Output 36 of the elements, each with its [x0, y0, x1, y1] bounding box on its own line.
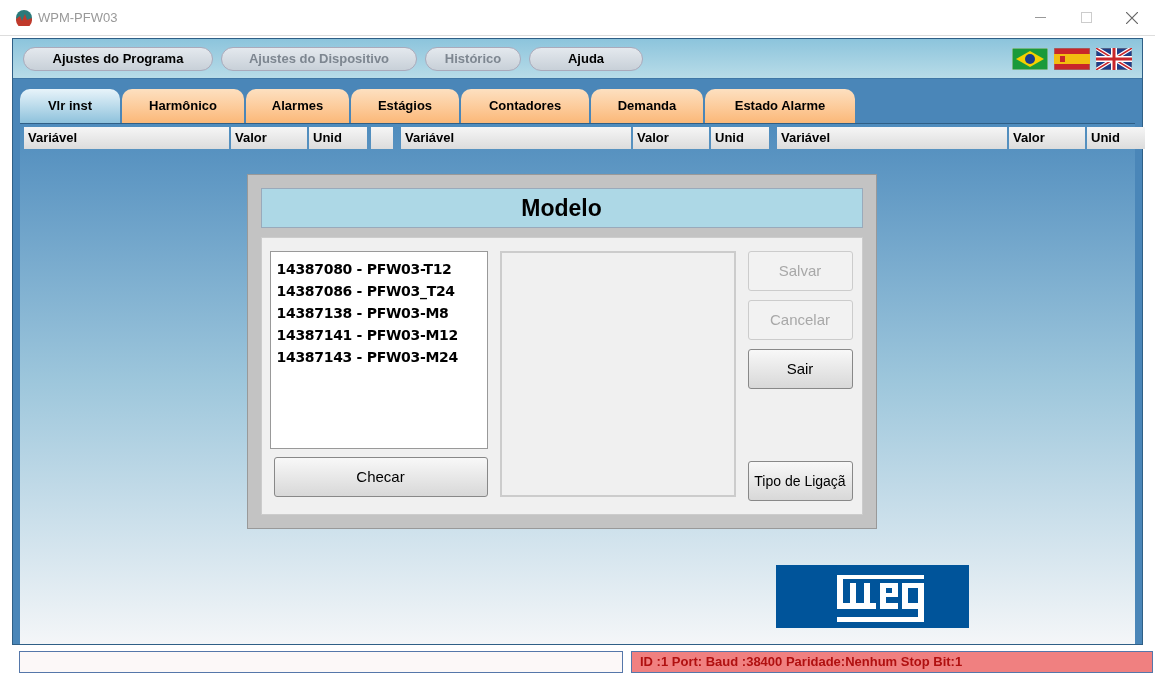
tab[interactable]: Demanda [591, 89, 703, 123]
column-header: Variável [401, 127, 631, 149]
list-item[interactable]: 14387143 - PFW03-M24 [276, 346, 481, 368]
tab[interactable]: Estado Alarme [705, 89, 855, 123]
dialog-button[interactable]: Sair [747, 349, 853, 389]
tab[interactable]: Estágios [351, 89, 459, 123]
connection-status: ID :1 Port: Baud :38400 Paridade:Nenhum Stop Bit:1 [631, 651, 1153, 673]
column-header: Valor [231, 127, 307, 149]
list-item[interactable]: 14387141 - PFW03-M12 [276, 324, 481, 346]
menu-button[interactable]: Ajuda [529, 46, 643, 71]
list-item[interactable]: 14387080 - PFW03-T12 [276, 258, 481, 280]
column-header: Unid [309, 127, 367, 149]
list-item[interactable]: 14387086 - PFW03_T24 [276, 280, 481, 302]
brazil-flag-icon[interactable] [1012, 47, 1048, 70]
tab[interactable]: Vlr inst [20, 89, 120, 123]
app-icon [16, 9, 32, 26]
column-header: Variável [24, 127, 229, 149]
list-item[interactable]: 14387138 - PFW03-M8 [276, 302, 481, 324]
window-title: WPM-PFW03 [38, 8, 118, 27]
column-header [371, 127, 393, 149]
column-header: Variável [777, 127, 1007, 149]
dialog-title: Modelo [260, 188, 863, 228]
tab[interactable]: Alarmes [246, 89, 349, 123]
check-button[interactable]: Checar [273, 457, 488, 497]
column-header: Valor [1009, 127, 1085, 149]
connection-type-button[interactable]: Tipo de Ligaçã [747, 461, 853, 501]
column-header: Unid [711, 127, 769, 149]
column-header: Valor [633, 127, 709, 149]
menu-button[interactable]: Ajustes do Programa [23, 46, 213, 71]
tab[interactable]: Contadores [461, 89, 589, 123]
model-list[interactable]: 14387080 - PFW03-T12 14387086 - PFW03_T24 14387138 - PFW03-M8 14387141 - PFW03-M12 14387143 - PFW03-M24 [269, 251, 488, 449]
spain-flag-icon[interactable] [1054, 47, 1090, 70]
close-icon[interactable] [1126, 11, 1138, 24]
tab[interactable]: Harmônico [122, 89, 244, 123]
uk-flag-icon[interactable] [1096, 47, 1132, 70]
column-header: Unid [1087, 127, 1145, 149]
